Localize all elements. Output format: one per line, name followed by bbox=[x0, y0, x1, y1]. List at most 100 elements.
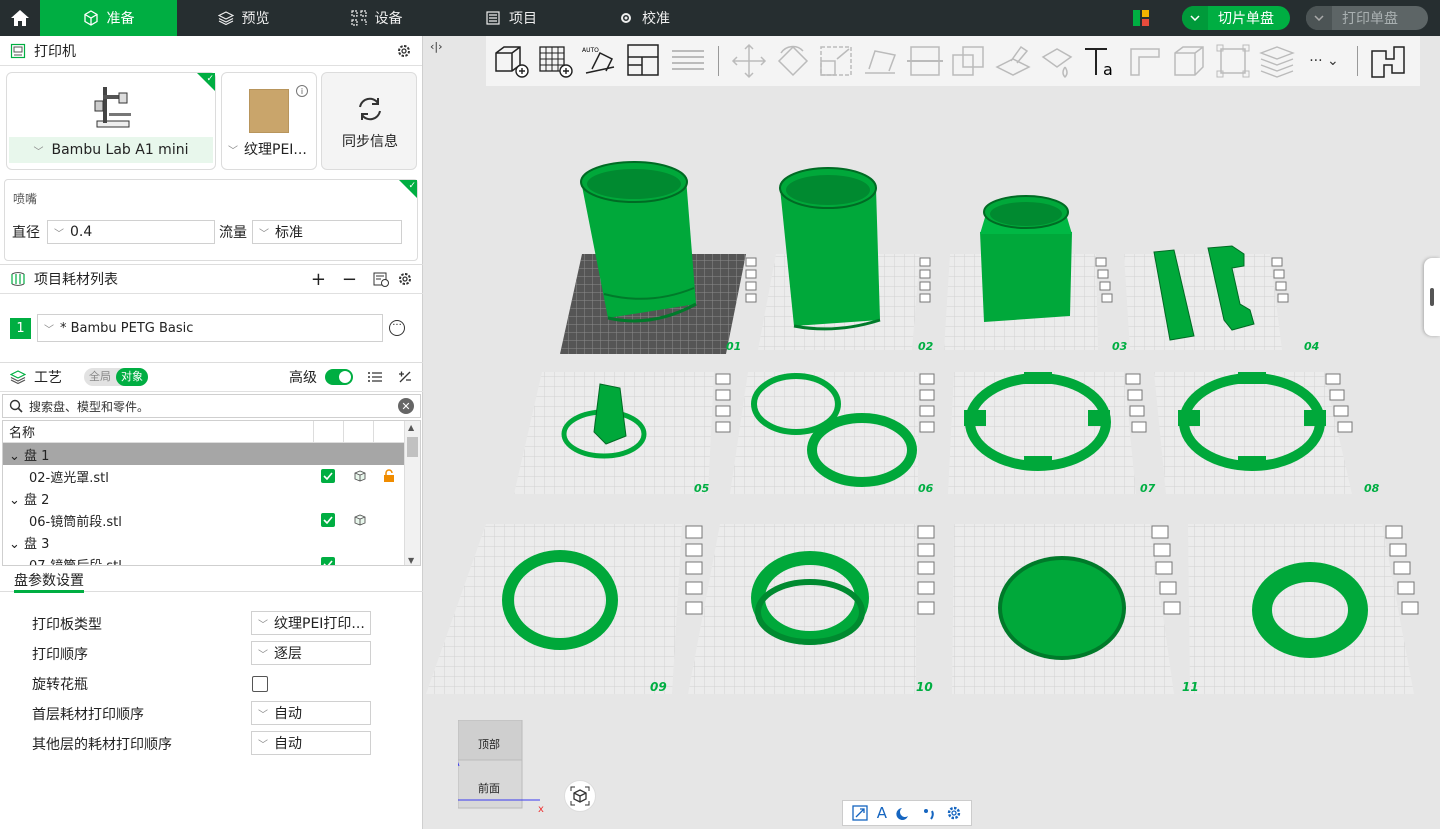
plate-10[interactable] bbox=[688, 524, 935, 694]
flow-label: 流量 bbox=[219, 225, 247, 241]
tree-row-plate-2[interactable]: ⌄ 盘 2 bbox=[3, 487, 420, 509]
home-button[interactable] bbox=[0, 0, 40, 36]
clear-icon[interactable]: ✕ bbox=[398, 398, 414, 414]
filament-index-badge[interactable]: 1 bbox=[10, 318, 31, 339]
tree-row-object[interactable]: 06-镜筒前段.stl bbox=[3, 509, 420, 531]
search-icon bbox=[9, 399, 23, 413]
plate-04[interactable] bbox=[1124, 254, 1289, 350]
tree-scrollbar[interactable]: ▲ ▼ bbox=[404, 421, 420, 565]
top-bar: 准备 预览 设备 项目 校准 切片单盘 打印单盘 bbox=[0, 0, 1440, 36]
object-search-box[interactable]: 搜索盘、模型和零件。 ✕ bbox=[2, 394, 421, 418]
search-input[interactable]: 搜索盘、模型和零件。 bbox=[29, 398, 392, 415]
checkbox-checked[interactable] bbox=[321, 469, 335, 483]
printer-card[interactable]: ✓ ﹀ Bambu Lab A1 mini bbox=[6, 72, 216, 170]
navcube-top-face[interactable]: 顶部 bbox=[478, 736, 500, 752]
list-icon[interactable] bbox=[367, 369, 383, 385]
dashboard-icon[interactable] bbox=[1132, 9, 1150, 27]
left-panel: 打印机 ✓ ﹀ Bambu Lab A1 mini i ﹀ 纹理PEI... 同… bbox=[0, 36, 423, 829]
slice-plate-button[interactable]: 切片单盘 bbox=[1182, 6, 1290, 30]
plate-toolbar[interactable] bbox=[745, 257, 757, 303]
advanced-toggle[interactable] bbox=[325, 369, 353, 385]
other-layers-order-select[interactable]: ﹀ 自动 bbox=[251, 731, 371, 755]
tree-row-plate-3[interactable]: ⌄ 盘 3 bbox=[3, 531, 420, 553]
plate-type-card[interactable]: i ﹀ 纹理PEI... bbox=[221, 72, 317, 170]
tab-preview[interactable]: 预览 bbox=[177, 0, 310, 36]
tree-row-label: 06-镜筒前段.stl bbox=[29, 514, 122, 530]
chevron-down-icon: ﹀ bbox=[33, 146, 44, 158]
plate-number: 07 bbox=[1140, 482, 1156, 495]
model-tube-rear[interactable] bbox=[980, 195, 1072, 322]
nozzle-card: ✓ 喷嘴 直径 ﹀ 0.4 流量 ﹀ 标准 bbox=[4, 179, 418, 261]
other-layers-order-label: 其他层的耗材打印顺序 bbox=[32, 737, 172, 753]
filament-title: 项目耗材列表 bbox=[34, 272, 118, 288]
chevron-down-icon[interactable] bbox=[1306, 6, 1332, 30]
gear-icon[interactable] bbox=[397, 271, 413, 287]
checkbox-checked[interactable] bbox=[321, 513, 335, 527]
more-icon[interactable]: ··· bbox=[389, 320, 405, 336]
plate-number: 06 bbox=[918, 482, 934, 495]
process-title: 工艺 bbox=[34, 370, 62, 386]
flow-select[interactable]: ﹀ 标准 bbox=[252, 220, 402, 244]
sync-info-button[interactable]: 同步信息 bbox=[321, 72, 417, 170]
tree-row-object[interactable]: 02-遮光罩.stl bbox=[3, 465, 420, 487]
chevron-down-icon[interactable] bbox=[1182, 6, 1208, 30]
select-tool-icon[interactable] bbox=[851, 805, 868, 821]
tab-prepare[interactable]: 准备 bbox=[40, 0, 177, 36]
text-label-icon[interactable]: A bbox=[877, 804, 887, 822]
print-sequence-select[interactable]: ﹀ 逐层 bbox=[251, 641, 371, 665]
scope-object[interactable]: 对象 bbox=[116, 368, 148, 386]
right-panel-handle[interactable] bbox=[1424, 258, 1440, 336]
model-tube-front[interactable] bbox=[779, 167, 881, 331]
first-layer-order-select[interactable]: ﹀ 自动 bbox=[251, 701, 371, 725]
remove-icon[interactable]: − bbox=[342, 269, 357, 290]
tab-calibrate[interactable]: 校准 bbox=[579, 0, 709, 36]
sync-filament-icon[interactable] bbox=[373, 271, 389, 287]
bed-type-select[interactable]: ﹀ 纹理PEI打印... bbox=[251, 611, 371, 635]
scope-switch[interactable]: 全局 对象 bbox=[84, 368, 148, 386]
moon-icon[interactable] bbox=[896, 805, 912, 821]
info-icon[interactable]: i bbox=[296, 85, 308, 97]
calibrate-icon bbox=[621, 13, 631, 23]
view-navigation-cube[interactable]: 顶部 前面 x bbox=[451, 719, 548, 820]
print-plate-button[interactable]: 打印单盘 bbox=[1306, 6, 1428, 30]
bed-type-value: 纹理PEI打印... bbox=[274, 616, 365, 632]
plate-number: 10 bbox=[916, 680, 933, 694]
reset-view-button[interactable] bbox=[564, 780, 596, 812]
bed-type-label: 打印板类型 bbox=[32, 617, 102, 633]
tree-row-label: ⌄ 盘 1 bbox=[9, 448, 50, 464]
filament-select[interactable]: ﹀ * Bambu PETG Basic bbox=[37, 314, 383, 342]
3d-viewport[interactable]: ‹|› AUTO a ··· ⌄ 01 02 03 04 05 06 07 08… bbox=[424, 36, 1440, 829]
printer-select[interactable]: ﹀ Bambu Lab A1 mini bbox=[9, 137, 213, 163]
tree-row-object[interactable]: 07-镜筒后段.stl bbox=[3, 553, 420, 565]
plate-12[interactable] bbox=[1188, 524, 1419, 694]
add-icon[interactable]: + bbox=[311, 269, 326, 290]
tree-row-plate-1[interactable]: ⌄ 盘 1 bbox=[3, 443, 420, 465]
filament-section-header: 项目耗材列表 + − bbox=[0, 264, 423, 294]
gear-icon[interactable] bbox=[946, 805, 962, 821]
plate-number: 04 bbox=[1304, 340, 1320, 353]
plate-09[interactable] bbox=[426, 524, 703, 694]
navcube-front-face[interactable]: 前面 bbox=[478, 780, 500, 796]
model-cap-11[interactable] bbox=[998, 556, 1126, 660]
tab-project[interactable]: 项目 bbox=[443, 0, 579, 36]
spiral-vase-checkbox[interactable] bbox=[252, 676, 268, 692]
tab-label: 预览 bbox=[241, 11, 270, 27]
selected-corner: ✓ bbox=[197, 73, 215, 91]
checkbox-checked[interactable] bbox=[321, 557, 335, 565]
object-cube-icon[interactable] bbox=[353, 513, 367, 527]
object-cube-icon[interactable] bbox=[353, 469, 367, 483]
scope-global[interactable]: 全局 bbox=[84, 368, 116, 386]
diameter-select[interactable]: ﹀ 0.4 bbox=[47, 220, 215, 244]
plate-number: 08 bbox=[1364, 482, 1380, 495]
slice-plate-label: 切片单盘 bbox=[1218, 11, 1274, 27]
plate-type-select[interactable]: ﹀ 纹理PEI... bbox=[228, 139, 307, 159]
plate-07[interactable] bbox=[948, 372, 1147, 494]
plates-scene bbox=[426, 161, 1419, 694]
tab-device[interactable]: 设备 bbox=[310, 0, 443, 36]
flow-value: 标准 bbox=[275, 225, 303, 241]
scrollbar-thumb[interactable] bbox=[407, 437, 418, 457]
percent-icon[interactable] bbox=[397, 369, 413, 385]
gear-icon[interactable] bbox=[396, 43, 412, 59]
comma-icon[interactable] bbox=[921, 805, 937, 821]
lock-icon[interactable] bbox=[383, 469, 395, 483]
